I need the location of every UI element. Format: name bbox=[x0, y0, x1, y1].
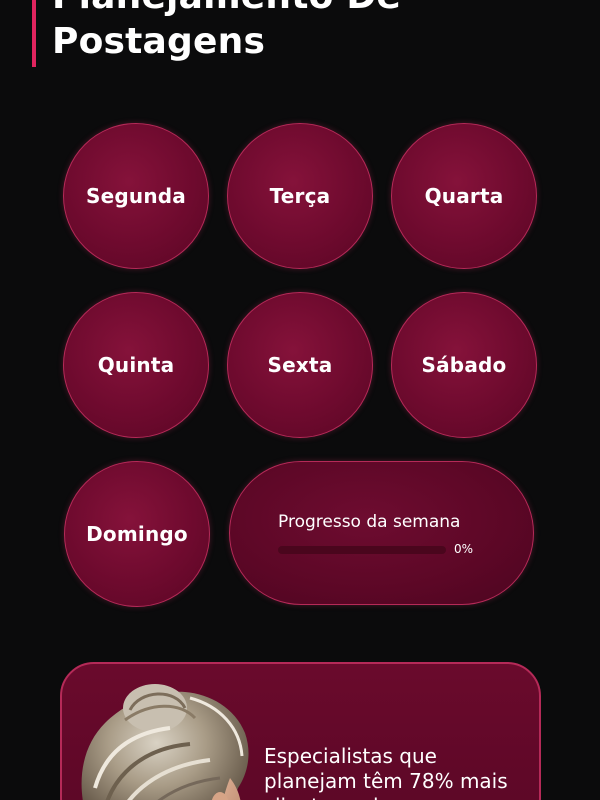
day-button-tuesday[interactable]: Terça bbox=[227, 123, 373, 269]
day-button-monday[interactable]: Segunda bbox=[63, 123, 209, 269]
progress-bar bbox=[278, 546, 446, 554]
day-button-thursday[interactable]: Quinta bbox=[63, 292, 209, 438]
specialist-photo bbox=[81, 684, 249, 800]
day-label: Sábado bbox=[421, 353, 507, 377]
promo-text: Especialistas que planejam têm 78% mais … bbox=[264, 744, 508, 800]
day-label: Segunda bbox=[86, 184, 186, 208]
day-label: Sexta bbox=[267, 353, 333, 377]
day-label: Quarta bbox=[424, 184, 504, 208]
page-title-line2: Postagens bbox=[52, 21, 266, 62]
page: Planejamento De Postagens Segunda Terça … bbox=[0, 0, 600, 800]
day-button-friday[interactable]: Sexta bbox=[227, 292, 373, 438]
day-button-saturday[interactable]: Sábado bbox=[391, 292, 537, 438]
weekly-progress-card: Progresso da semana 0% bbox=[229, 461, 534, 605]
progress-value: 0% bbox=[454, 542, 474, 556]
day-button-wednesday[interactable]: Quarta bbox=[391, 123, 537, 269]
page-header: Planejamento De Postagens bbox=[32, 0, 401, 67]
day-label: Domingo bbox=[86, 522, 188, 546]
progress-title: Progresso da semana bbox=[278, 512, 461, 532]
page-title-line1: Planejamento De bbox=[52, 0, 401, 19]
promo-card: Especialistas que planejam têm 78% mais … bbox=[60, 662, 541, 800]
day-label: Quinta bbox=[97, 353, 175, 377]
day-button-sunday[interactable]: Domingo bbox=[64, 461, 210, 607]
day-label: Terça bbox=[269, 184, 331, 208]
